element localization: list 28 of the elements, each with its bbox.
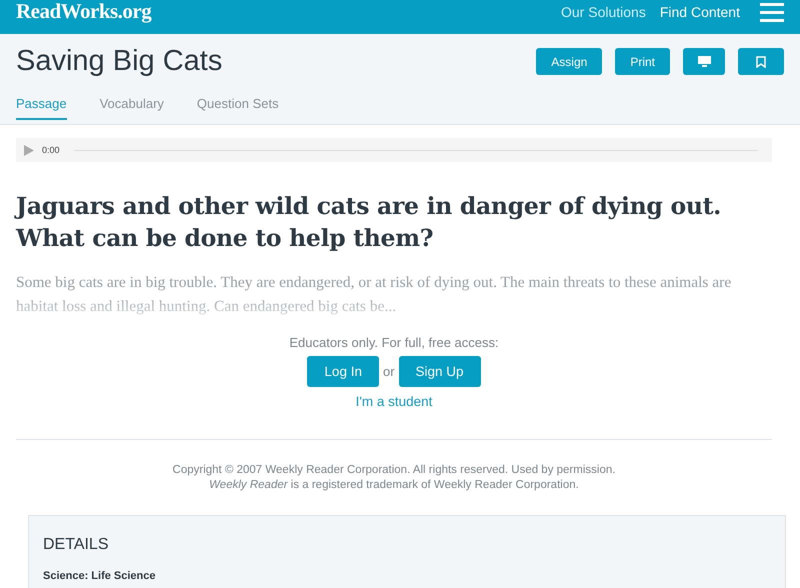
headline: Jaguars and other wild cats are in danger of dying out. What can be done to help them? xyxy=(16,191,722,254)
subject-label: Science: Life Science xyxy=(43,570,156,582)
monitor-button[interactable] xyxy=(683,48,725,75)
student-link[interactable]: I'm a student xyxy=(356,394,432,409)
signup-button[interactable]: Sign Up xyxy=(398,356,481,387)
or-text: or xyxy=(382,364,395,379)
monitor-icon xyxy=(698,56,710,67)
excerpt-text: Some big cats are in big trouble. They are endangered, or at risk of dying out. The main threats to these animals are habitat loss and illegal hunting. Can endangered big cats be... xyxy=(16,273,732,317)
copyright-text: Copyright © 2007 Weekly Reader Corporation. All rights reserved. Used by permission. xyxy=(172,463,616,478)
audio-player[interactable]: 0:00 xyxy=(16,138,772,162)
tab[interactable]: Vocabulary xyxy=(100,96,164,120)
bookmark-icon xyxy=(756,56,766,68)
nav-link[interactable]: Our Solutions xyxy=(561,4,646,20)
page-title: Saving Big Cats xyxy=(16,44,222,78)
nav-link[interactable]: Find Content xyxy=(660,4,740,20)
action-button[interactable]: Assign xyxy=(536,48,602,75)
play-icon[interactable] xyxy=(24,144,34,156)
login-button[interactable]: Log In xyxy=(307,356,379,387)
logo[interactable]: ReadWorks.org xyxy=(16,0,152,24)
menu-icon[interactable] xyxy=(760,2,784,22)
copyright-text: Weekly Reader is a registered trademark of Weekly Reader Corporation. xyxy=(208,478,580,493)
access-prompt: Educators only. For full, free access: xyxy=(289,335,499,350)
action-button[interactable]: Print xyxy=(615,48,670,75)
tab[interactable]: Passage xyxy=(16,96,67,120)
audio-time: 0:00 xyxy=(42,145,60,155)
tab[interactable]: Question Sets xyxy=(196,96,279,120)
details-heading: DETAILS xyxy=(43,536,110,554)
bookmark-button[interactable] xyxy=(738,48,784,75)
